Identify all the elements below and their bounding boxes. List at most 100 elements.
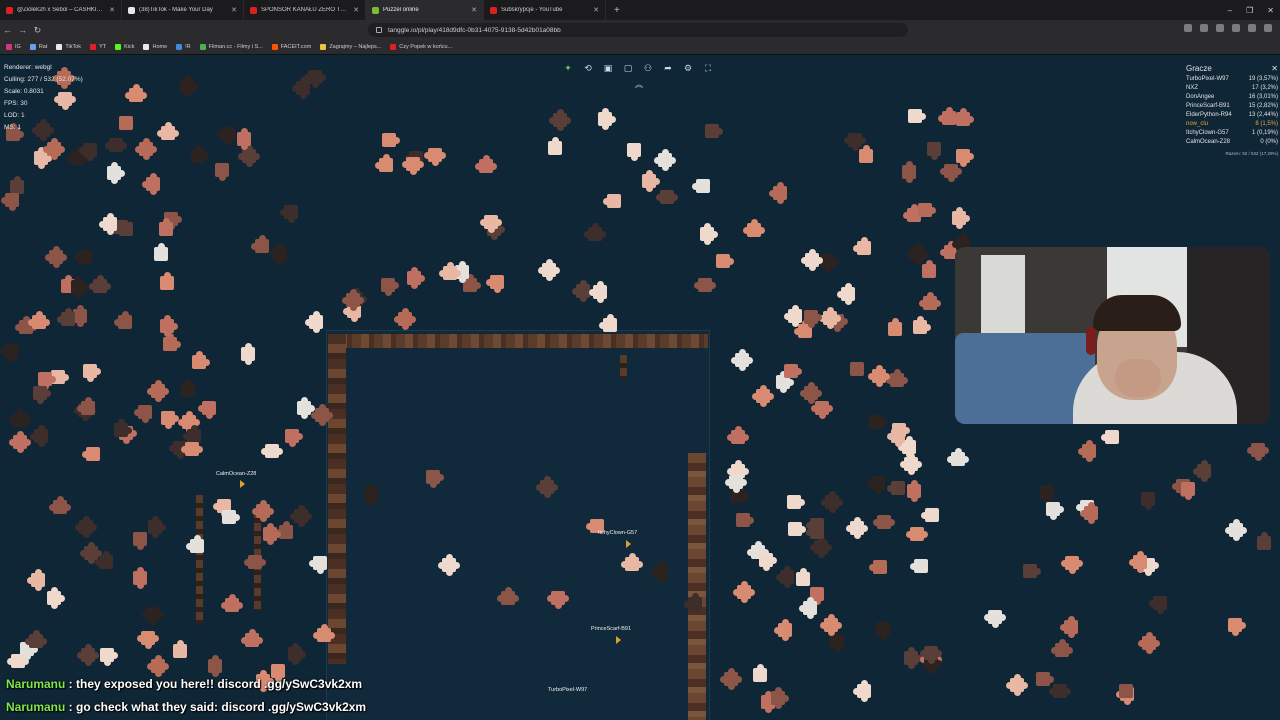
puzzle-piece[interactable] xyxy=(919,292,941,314)
forward-icon[interactable]: → xyxy=(15,25,30,35)
puzzle-piece[interactable] xyxy=(914,199,936,221)
bookmark-item[interactable]: FACEIT.com xyxy=(271,44,311,50)
puzzle-piece[interactable] xyxy=(654,149,676,171)
puzzle-piece[interactable] xyxy=(9,431,31,453)
puzzle-piece[interactable] xyxy=(75,516,97,538)
puzzle-piece[interactable] xyxy=(868,365,890,387)
puzzle-piece[interactable] xyxy=(486,271,508,293)
puzzle-piece[interactable] xyxy=(259,523,281,545)
puzzle-piece[interactable] xyxy=(712,250,734,272)
extension-icon[interactable] xyxy=(1216,24,1224,32)
puzzle-piece[interactable] xyxy=(204,655,226,677)
puzzle-piece[interactable] xyxy=(241,629,263,651)
extension-icon[interactable] xyxy=(1248,24,1256,32)
puzzle-piece[interactable] xyxy=(910,555,932,577)
puzzle-piece[interactable] xyxy=(309,552,331,574)
puzzle-piece[interactable] xyxy=(439,262,461,284)
puzzle-piece[interactable] xyxy=(846,358,868,380)
bookmark-item[interactable]: IG xyxy=(6,44,21,50)
bookmark-item[interactable]: Rat xyxy=(29,44,47,50)
preview-icon[interactable]: ▣ xyxy=(600,61,616,75)
puzzle-piece[interactable] xyxy=(584,223,606,245)
puzzle-piece[interactable] xyxy=(755,549,777,571)
puzzle-piece[interactable] xyxy=(305,311,327,333)
bookmark-item[interactable]: YT xyxy=(90,44,106,50)
puzzle-piece[interactable] xyxy=(819,307,841,329)
maximize-icon[interactable]: ❐ xyxy=(1246,6,1253,15)
puzzle-piece[interactable] xyxy=(82,443,104,465)
puzzle-piece[interactable] xyxy=(872,618,894,640)
browser-tab[interactable]: @Ziolek2h x Sebol – CASHKIET [LIVE ✕ xyxy=(0,0,122,20)
puzzle-piece[interactable] xyxy=(1101,426,1123,448)
puzzle-piece[interactable] xyxy=(694,274,716,296)
puzzle-piece[interactable] xyxy=(218,506,240,528)
puzzle-piece[interactable] xyxy=(25,630,47,652)
puzzle-piece[interactable] xyxy=(105,134,127,156)
puzzle-piece[interactable] xyxy=(952,145,974,167)
puzzle-piece[interactable] xyxy=(904,105,926,127)
close-tab-icon[interactable]: ✕ xyxy=(593,6,599,14)
puzzle-piece[interactable] xyxy=(589,281,611,303)
puzzle-piece[interactable] xyxy=(79,360,101,382)
minimize-icon[interactable]: – xyxy=(1228,6,1232,15)
puzzle-piece[interactable] xyxy=(67,276,89,298)
puzzle-piece[interactable] xyxy=(903,480,925,502)
puzzle-piece[interactable] xyxy=(244,551,266,573)
puzzle-piece[interactable] xyxy=(150,243,172,265)
puzzle-piece[interactable] xyxy=(394,308,416,330)
puzzle-piece[interactable] xyxy=(921,504,943,526)
puzzle-piece[interactable] xyxy=(806,521,828,543)
puzzle-piece[interactable] xyxy=(853,237,875,259)
puzzle-piece[interactable] xyxy=(800,306,822,328)
puzzle-piece[interactable] xyxy=(855,145,877,167)
puzzle-piece[interactable] xyxy=(342,289,364,311)
puzzle-piece[interactable] xyxy=(402,153,424,175)
puzzle-piece[interactable] xyxy=(923,138,945,160)
bookmark-item[interactable]: Filman.cc - Filmy i S... xyxy=(199,44,263,50)
puzzle-piece[interactable] xyxy=(906,523,928,545)
puzzle-piece[interactable] xyxy=(89,275,111,297)
puzzle-piece[interactable] xyxy=(28,311,50,333)
puzzle-piece[interactable] xyxy=(95,551,117,573)
puzzle-piece[interactable] xyxy=(776,566,798,588)
puzzle-piece[interactable] xyxy=(821,491,843,513)
puzzle-piece[interactable] xyxy=(1,189,23,211)
puzzle-piece[interactable] xyxy=(156,315,178,337)
puzzle-piece[interactable] xyxy=(638,170,660,192)
bookmark-item[interactable]: TikTok xyxy=(56,44,81,50)
puzzle-piece[interactable] xyxy=(57,308,79,330)
box-icon[interactable]: ▢ xyxy=(620,61,636,75)
puzzle-piece[interactable] xyxy=(377,274,399,296)
puzzle-piece[interactable] xyxy=(873,511,895,533)
puzzle-piece[interactable] xyxy=(187,145,209,167)
puzzle-piece[interactable] xyxy=(733,581,755,603)
puzzle-piece[interactable] xyxy=(594,108,616,130)
assembled-edge-top[interactable] xyxy=(330,334,708,348)
image-icon[interactable]: ⟲ xyxy=(580,61,596,75)
puzzle-piece[interactable] xyxy=(811,397,833,419)
puzzle-piece[interactable] xyxy=(290,505,312,527)
puzzle-piece[interactable] xyxy=(684,593,706,615)
assembled-edge-left[interactable] xyxy=(328,334,346,664)
puzzle-piece[interactable] xyxy=(1193,460,1215,482)
puzzle-piece[interactable] xyxy=(544,137,566,159)
puzzle-piece[interactable] xyxy=(1019,560,1041,582)
puzzle-piece[interactable] xyxy=(9,409,31,431)
puzzle-piece[interactable] xyxy=(186,535,208,557)
puzzle-piece[interactable] xyxy=(269,243,291,265)
puzzle-piece[interactable] xyxy=(1247,439,1269,461)
puzzle-piece[interactable] xyxy=(45,246,67,268)
puzzle-piece[interactable] xyxy=(701,120,723,142)
bookmark-item[interactable]: Home xyxy=(143,44,167,50)
puzzle-piece[interactable] xyxy=(1138,632,1160,654)
puzzle-piece[interactable] xyxy=(696,223,718,245)
puzzle-piece[interactable] xyxy=(156,272,178,294)
puzzle-piece[interactable] xyxy=(920,642,942,664)
puzzle-piece[interactable] xyxy=(1060,616,1082,638)
puzzle-piece[interactable] xyxy=(497,587,519,609)
close-players-icon[interactable]: ✕ xyxy=(1271,64,1278,73)
puzzle-piece[interactable] xyxy=(774,619,796,641)
collapse-toolbar-icon[interactable]: ︽ xyxy=(635,79,643,90)
puzzle-piece[interactable] xyxy=(480,211,502,233)
puzzle-piece[interactable] xyxy=(280,201,302,223)
